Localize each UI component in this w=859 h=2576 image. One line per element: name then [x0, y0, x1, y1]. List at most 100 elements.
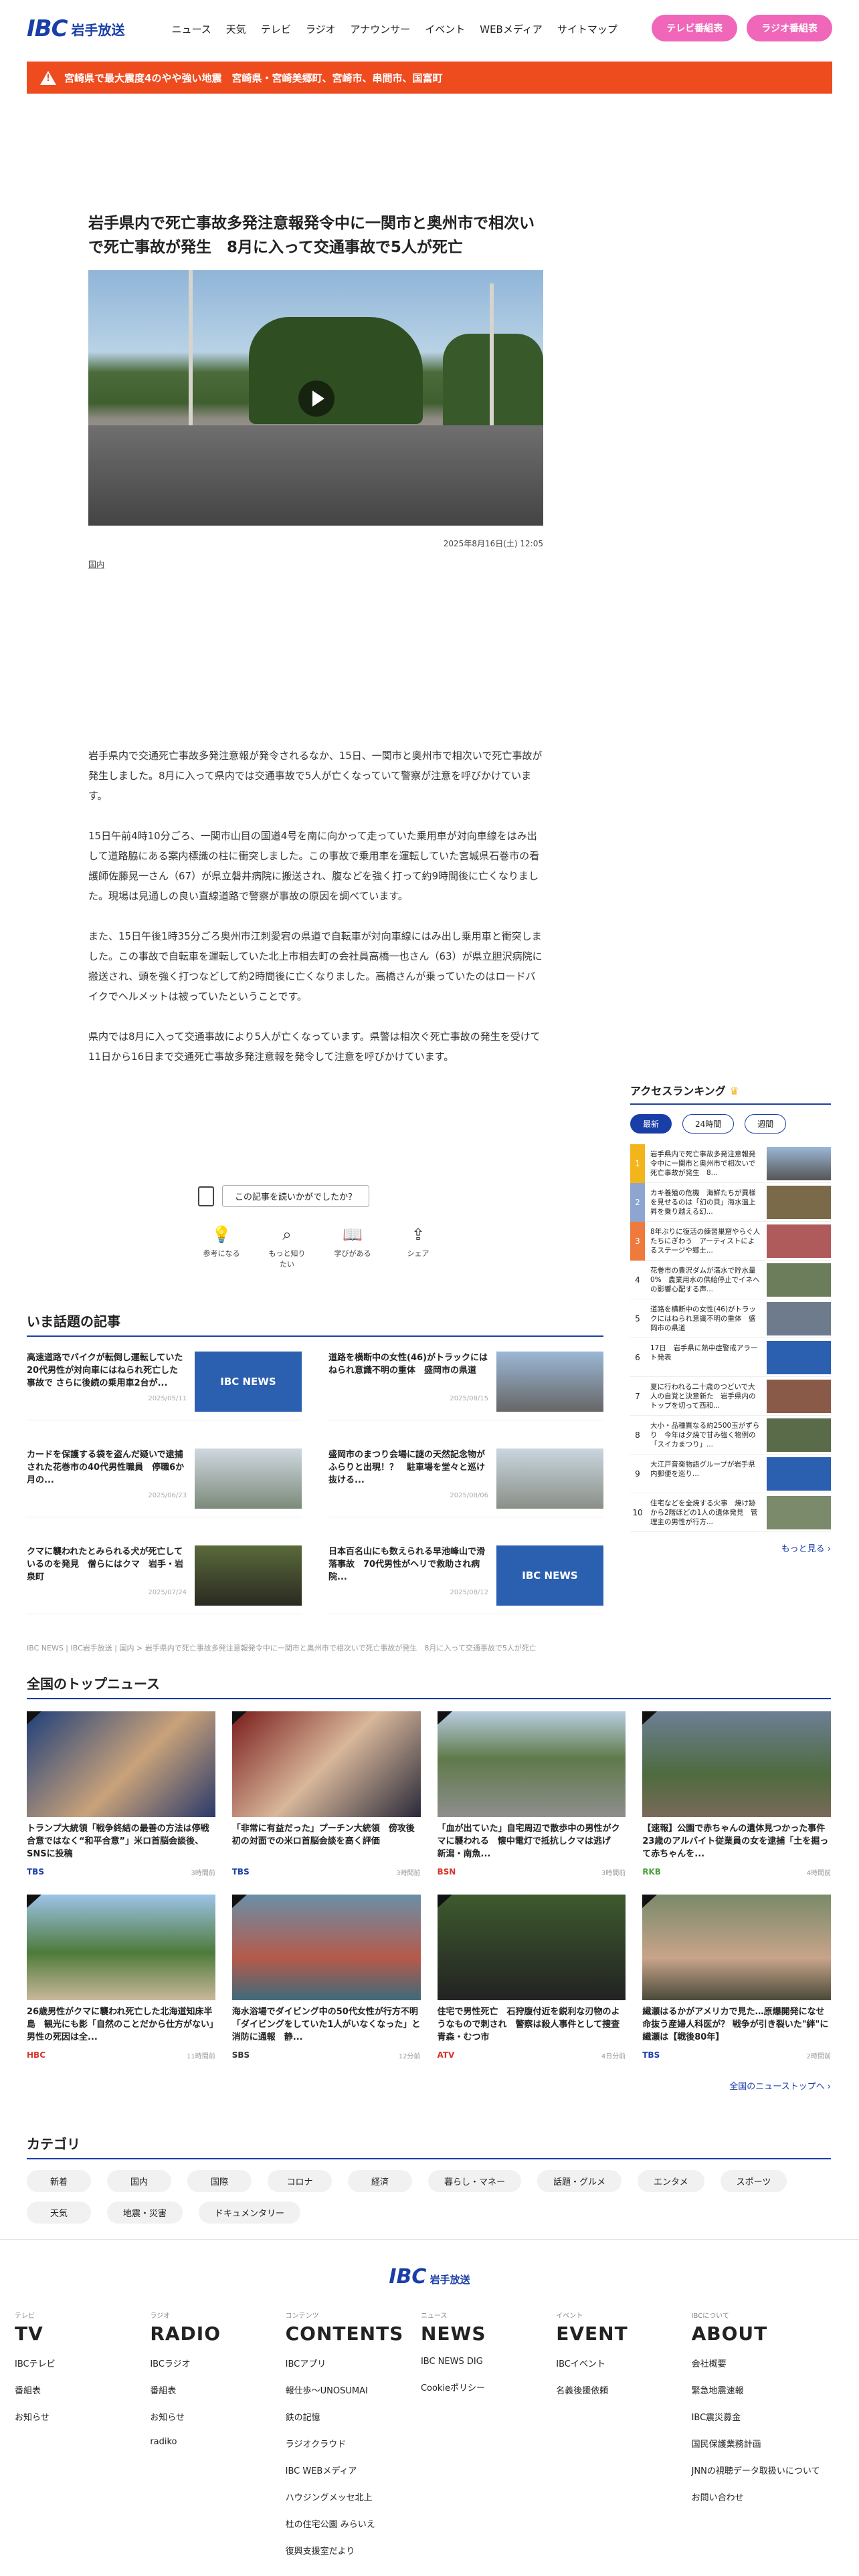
- footer-link[interactable]: IBCテレビ: [15, 2357, 150, 2369]
- footer-link[interactable]: お知らせ: [150, 2410, 285, 2423]
- play-icon[interactable]: [298, 381, 335, 417]
- feedback-question: この記事を読いかがでしたか？: [222, 1185, 370, 1207]
- ranking-item[interactable]: 10 住宅などを全焼する火事 焼け跡から2階ほどの1人の遺体発見 管理主の男性が行…: [630, 1493, 831, 1532]
- news-card[interactable]: 【速報】公園で赤ちゃんの遺体見つかった事件 23歳のアルバイト従業員の女を逮捕「…: [642, 1711, 831, 1877]
- nav-announcer[interactable]: アナウンサー: [351, 22, 411, 36]
- trending-item[interactable]: 高速道路でバイクが転倒し運転していた20代男性が対向車にはねられ死亡した事故で …: [27, 1352, 302, 1420]
- top-news-more-link[interactable]: 全国のニューストップへ ›: [27, 2079, 831, 2092]
- footer-link[interactable]: お知らせ: [15, 2410, 150, 2423]
- ranking-item[interactable]: 4 花巻市の豊沢ダムが満水で貯水量0% 農業用水の供給停止でイネへの影響心配する声…: [630, 1261, 831, 1299]
- news-card[interactable]: トランプ大統領「戦争終結の最善の方法は停戦合意ではなく“和平合意”」米ロ首脳会談…: [27, 1711, 215, 1877]
- ranking-item[interactable]: 8 大小・品種異なる約2500玉がずらり 今年は夕焼で甘み強く物例の「スイカまつり…: [630, 1416, 831, 1455]
- nav-news[interactable]: ニュース: [172, 22, 211, 36]
- footer-link[interactable]: 鉄の記憶: [286, 2410, 421, 2423]
- trending-item[interactable]: 日本百名山にも数えられる早池峰山で滑落事故 70代男性がヘリで救助され病院...…: [328, 1545, 603, 1614]
- ranking-item[interactable]: 7 夏に行われる二十歳のつどいで大人の自覚と決意新た 岩手県内のトップを切って西和…: [630, 1377, 831, 1416]
- news-card-photo: [231, 1711, 421, 1817]
- alert-text: 宮崎県で最大震度4のやや強い地震 宮崎県・宮崎美郷町、宮崎市、串間市、国富町: [64, 72, 443, 84]
- ranking-item-title: 岩手県内で死亡事故多発注意報発令中に一関市と奥州市で相次いで死亡事故が発生 8.…: [650, 1150, 756, 1177]
- footer-link[interactable]: radiko: [150, 2437, 285, 2447]
- footer-link[interactable]: 会社概要: [692, 2357, 859, 2369]
- ranking-thumb: [767, 1495, 831, 1529]
- footer-link[interactable]: 緊急地震速報: [692, 2383, 859, 2396]
- news-source: SBS: [231, 2050, 250, 2060]
- news-card[interactable]: 海水浴場でダイビング中の50代女性が行方不明「ダイビングをしていた1人がいなくな…: [231, 1895, 421, 2060]
- news-card[interactable]: 「非常に有益だった」プーチン大統領 傍攻後初の対面での米ロ首脳会談を高く評価 TB…: [231, 1711, 421, 1877]
- tab-24h[interactable]: 24時間: [682, 1114, 735, 1134]
- footer-link[interactable]: ハウジングメッセ北上: [286, 2490, 421, 2503]
- category-chip[interactable]: コロナ: [268, 2170, 332, 2192]
- category-chip[interactable]: 地震・災害: [107, 2202, 183, 2224]
- category-chip[interactable]: 天気: [27, 2202, 91, 2224]
- category-chip[interactable]: スポーツ: [720, 2170, 787, 2192]
- ranking-item[interactable]: 3 8年ぶりに復活の練習巣窟やらぐ人たちにぎわう アーティストによるステージや郷土…: [630, 1221, 831, 1261]
- trending-item[interactable]: 盛岡市のまつり会場に謎の天然記念物がふらりと出現！？ 駐車場を堂々と巡け抜ける.…: [328, 1448, 603, 1517]
- news-card[interactable]: 繊瀬はるかがアメリカで見た…原爆開発になせ命抜う産婦人科医が？ 戦争が引き裂いた…: [642, 1895, 831, 2060]
- news-card[interactable]: 26歳男性がクマに襲われ死亡した北海道知床半島 観光にも影「自然のことだから仕方…: [27, 1895, 215, 2060]
- tab-latest[interactable]: 最新: [630, 1114, 672, 1134]
- footer-link[interactable]: IBCアプリ: [286, 2357, 421, 2369]
- nav-sitemap[interactable]: サイトマップ: [557, 22, 617, 36]
- footer-link[interactable]: 国民保護業務計画: [692, 2437, 859, 2450]
- footer-link[interactable]: IBCイベント: [556, 2357, 691, 2369]
- ranking-item[interactable]: 6 17日 岩手県に熱中症警戒アラート発表: [630, 1338, 831, 1377]
- hero-pole: [490, 284, 494, 444]
- tv-schedule-button[interactable]: テレビ番組表: [652, 15, 738, 41]
- footer-col-radio: ラジオ RADIO IBCラジオ 番組表 お知らせ radiko: [150, 2310, 285, 2571]
- article-category[interactable]: 国内: [88, 558, 104, 570]
- nav-webmedia[interactable]: WEBメディア: [480, 22, 543, 36]
- rank-number: 8: [635, 1430, 640, 1440]
- category-chip[interactable]: 新着: [27, 2170, 91, 2192]
- earthquake-alert-banner[interactable]: 宮崎県で最大震度4のやや強い地震 宮崎県・宮崎美郷町、宮崎市、串間市、国富町: [27, 62, 832, 94]
- news-card[interactable]: 住宅で男性死亡 石狩腹付近を鋭利な刃物のようなもので刺され 警察は殺人事件として…: [437, 1895, 626, 2060]
- trending-item-title: 日本百名山にも数えられる早池峰山で滑落事故 70代男性がヘリで救助され病院...: [328, 1547, 486, 1582]
- footer-link[interactable]: お問い合わせ: [692, 2490, 859, 2503]
- footer-link[interactable]: 名義後援依頼: [556, 2383, 691, 2396]
- site-logo[interactable]: IBC 岩手放送: [27, 15, 125, 42]
- reaction-learn[interactable]: 📖 学びがある: [332, 1225, 373, 1269]
- footer-link[interactable]: IBCラジオ: [150, 2357, 285, 2369]
- ranking-item-title: 道路を横断中の女性(46)がトラックにはねられ意識不明の重体 盛岡市の県道: [650, 1305, 757, 1332]
- reaction-share[interactable]: ⇪ シェア: [397, 1225, 439, 1269]
- ranking-item[interactable]: 9 大江戸音楽物語グループが岩手県内郵便を巡り...: [630, 1455, 831, 1493]
- footer-logo[interactable]: IBC 岩手放送: [0, 2265, 859, 2288]
- footer-link[interactable]: IBC WEBメディア: [286, 2464, 421, 2476]
- category-chip[interactable]: 経済: [348, 2170, 412, 2192]
- footer-link[interactable]: Cookieポリシー: [421, 2381, 556, 2393]
- ranking-item[interactable]: 1 岩手県内で死亡事故多発注意報発令中に一関市と奥州市で相次いで死亡事故が発生 8…: [630, 1144, 831, 1183]
- article-video[interactable]: [88, 270, 543, 526]
- category-chip[interactable]: 話題・グルメ: [537, 2170, 622, 2192]
- ranking-item[interactable]: 2 カキ養殖の危機 海鮮たちが異様を見せるのは「幻の貝」海水温上昇を乗り越える幻.…: [630, 1182, 831, 1222]
- trending-item[interactable]: カードを保護する袋を盗んだ疑いで逮捕された花巻市の40代男性職員 停職6か月の.…: [27, 1448, 302, 1517]
- ranking-more-link[interactable]: もっと見る ›: [630, 1541, 831, 1554]
- footer-link[interactable]: JNNの視聴データ取扱いについて: [692, 2464, 859, 2476]
- category-chip[interactable]: 暮らし・マネー: [428, 2170, 522, 2192]
- footer-link[interactable]: ラジオクラウド: [286, 2437, 421, 2450]
- nav-tv[interactable]: テレビ: [261, 22, 291, 36]
- nav-radio[interactable]: ラジオ: [306, 22, 336, 36]
- category-chip[interactable]: 国際: [187, 2170, 252, 2192]
- nav-weather[interactable]: 天気: [226, 22, 246, 36]
- category-chip[interactable]: ドキュメンタリー: [199, 2202, 301, 2224]
- news-card-photo: [437, 1895, 626, 2000]
- footer-link[interactable]: 番組表: [150, 2383, 285, 2396]
- news-card-photo: [642, 1711, 831, 1817]
- footer-link[interactable]: IBC NEWS DIG: [421, 2357, 556, 2367]
- footer-link[interactable]: IBC震災募金: [692, 2410, 859, 2423]
- reaction-more[interactable]: ⌕ もっと知りたい: [266, 1225, 308, 1269]
- radio-schedule-button[interactable]: ラジオ番組表: [747, 15, 832, 41]
- footer-link[interactable]: 番組表: [15, 2383, 150, 2396]
- category-chip[interactable]: 国内: [107, 2170, 171, 2192]
- breadcrumb[interactable]: IBC NEWS | IBC岩手放送 | 国内 > 岩手県内で死亡事故多発注意報…: [27, 1642, 537, 1653]
- footer-link[interactable]: 報仕歩〜UNOSUMAI: [286, 2383, 421, 2396]
- footer-link[interactable]: 復興支援室だより: [286, 2544, 421, 2557]
- footer-link[interactable]: 杜の住宅公園 みらいえ: [286, 2517, 421, 2530]
- nav-event[interactable]: イベント: [425, 22, 465, 36]
- reaction-helpful[interactable]: 💡 参考になる: [201, 1225, 242, 1269]
- category-chip[interactable]: エンタメ: [638, 2170, 704, 2192]
- trending-item[interactable]: 道路を横断中の女性(46)がトラックにはねられ意識不明の重体 盛岡市の県道 202…: [328, 1352, 603, 1420]
- tab-weekly[interactable]: 週間: [745, 1114, 787, 1134]
- ranking-item[interactable]: 5 道路を横断中の女性(46)がトラックにはねられ意識不明の重体 盛岡市の県道: [630, 1299, 831, 1338]
- news-card[interactable]: 「血が出ていた」自宅周辺で散歩中の男性がクマに襲われる 懐中電灯で抵抗しクマは逃…: [437, 1711, 626, 1877]
- trending-item[interactable]: クマに襲われたとみられる犬が死亡しているのを発見 僧らにはクマ 岩手・岩泉町 20…: [27, 1545, 302, 1614]
